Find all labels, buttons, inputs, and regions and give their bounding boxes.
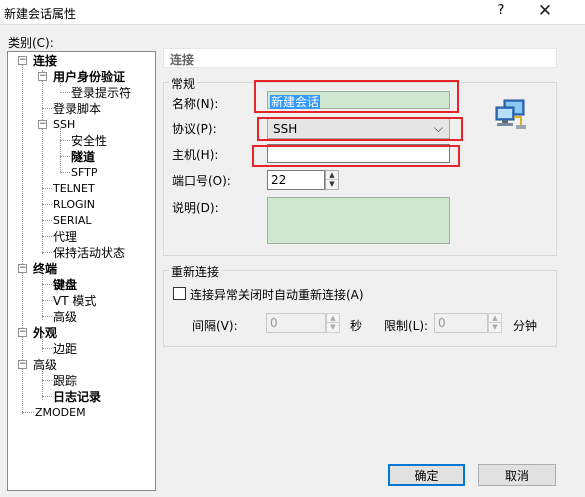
tree-line <box>42 70 43 254</box>
tree-line <box>42 204 52 205</box>
tree-line <box>60 128 61 172</box>
interval-input[interactable] <box>266 313 326 333</box>
close-button[interactable]: ✕ <box>534 1 556 21</box>
category-label: 类别(C): <box>8 36 54 50</box>
window-title: 新建会话属性 <box>4 7 77 21</box>
collapse-toggle-icon[interactable]: − <box>18 360 27 369</box>
chevron-down-icon: ⌵ <box>433 121 443 135</box>
name-label: 名称(N): <box>172 97 219 111</box>
help-button[interactable]: ? <box>491 3 511 18</box>
collapse-toggle-icon[interactable]: − <box>38 72 47 81</box>
limit-spinner[interactable]: ▲ ▼ <box>488 313 502 333</box>
spin-down-icon[interactable]: ▼ <box>326 180 338 189</box>
tree-item-security[interactable]: 安全性 <box>71 134 107 148</box>
tree-item-terminal[interactable]: 终端 <box>33 262 57 276</box>
tree-line <box>42 316 52 317</box>
general-group-title: 常规 <box>169 75 198 92</box>
tree-line <box>42 380 52 381</box>
tree-line <box>60 92 70 93</box>
panel-header: 连接 <box>163 48 557 68</box>
port-spinner[interactable]: ▲ ▼ <box>325 170 339 190</box>
panel-title: 连接 <box>170 53 195 67</box>
tree-line <box>42 236 52 237</box>
tree-item-sftp[interactable]: SFTP <box>71 166 97 180</box>
tree-item-proxy[interactable]: 代理 <box>53 230 77 244</box>
tree-item-rlogin[interactable]: RLOGIN <box>53 198 95 212</box>
tree-item-login-prompt[interactable]: 登录提示符 <box>71 86 131 100</box>
protocol-select[interactable]: SSH ⌵ <box>267 118 450 139</box>
tree-line <box>42 300 52 301</box>
description-label: 说明(D): <box>172 201 219 215</box>
cancel-button[interactable]: 取消 <box>478 464 556 486</box>
tree-line <box>42 252 52 253</box>
collapse-toggle-icon[interactable]: − <box>38 120 47 129</box>
spin-down-icon[interactable]: ▼ <box>489 323 501 332</box>
tree-item-login-script[interactable]: 登录脚本 <box>53 102 101 116</box>
limit-input[interactable] <box>434 313 488 333</box>
title-bar: 新建会话属性 ? ✕ <box>0 0 585 25</box>
interval-label: 间隔(V): <box>192 319 238 333</box>
tree-item-telnet[interactable]: TELNET <box>53 182 95 196</box>
interval-spinner[interactable]: ▲ ▼ <box>326 313 340 333</box>
limit-unit: 分钟 <box>513 319 538 333</box>
tree-item-user-auth[interactable]: 用户身份验证 <box>53 70 125 84</box>
tree-line <box>42 188 52 189</box>
tree-line <box>60 172 70 173</box>
tree-line <box>42 220 52 221</box>
tree-item-log[interactable]: 日志记录 <box>53 390 101 404</box>
auto-reconnect-label: 连接异常关闭时自动重新连接(A) <box>190 288 364 302</box>
tree-item-appearance[interactable]: 外观 <box>33 326 57 340</box>
collapse-toggle-icon[interactable]: − <box>18 328 27 337</box>
port-label: 端口号(O): <box>172 174 231 188</box>
tree-item-zmodem[interactable]: ZMODEM <box>35 406 86 420</box>
host-label: 主机(H): <box>172 148 219 162</box>
spin-up-icon[interactable]: ▲ <box>326 171 338 180</box>
tree-item-ssh[interactable]: SSH <box>53 118 75 132</box>
tree-line <box>42 396 52 397</box>
tree-line <box>60 140 70 141</box>
interval-unit: 秒 <box>350 319 363 333</box>
tree-item-terminal-advanced[interactable]: 高级 <box>53 310 77 324</box>
tree-item-tunnel[interactable]: 隧道 <box>71 150 95 164</box>
tree-item-serial[interactable]: SERIAL <box>53 214 91 228</box>
collapse-toggle-icon[interactable]: − <box>18 56 27 65</box>
tree-line <box>42 108 52 109</box>
auto-reconnect-checkbox[interactable] <box>173 287 186 300</box>
description-input[interactable] <box>267 197 450 244</box>
protocol-value: SSH <box>273 122 298 136</box>
tree-item-advanced[interactable]: 高级 <box>33 358 57 372</box>
tree-line <box>42 284 52 285</box>
ok-button[interactable]: 确定 <box>388 464 465 486</box>
tree-item-margin[interactable]: 边距 <box>53 342 77 356</box>
tree-item-keyboard[interactable]: 键盘 <box>53 278 77 292</box>
name-input-text: 新建会话 <box>270 95 321 109</box>
tree-line <box>22 412 34 413</box>
tree-line <box>42 272 43 320</box>
name-input[interactable]: 新建会话 <box>267 91 450 109</box>
tree-item-keepalive[interactable]: 保持活动状态 <box>53 246 125 260</box>
tree-item-connect[interactable]: 连接 <box>33 54 57 68</box>
tree-line <box>42 348 52 349</box>
spin-down-icon[interactable]: ▼ <box>327 323 339 332</box>
host-input[interactable] <box>267 144 450 163</box>
tree-item-trace[interactable]: 跟踪 <box>53 374 77 388</box>
category-tree[interactable]: − − − − − − 连接 用户身份验证 登录提示符 登录脚本 SSH 安全性… <box>7 51 156 491</box>
port-input[interactable] <box>267 170 325 190</box>
limit-label: 限制(L): <box>384 319 429 333</box>
reconnect-group-title: 重新连接 <box>169 263 222 280</box>
reconnect-group <box>163 270 557 347</box>
computer-icon <box>495 99 526 129</box>
protocol-label: 协议(P): <box>172 122 217 136</box>
tree-line <box>60 156 70 157</box>
spin-up-icon[interactable]: ▲ <box>489 314 501 323</box>
collapse-toggle-icon[interactable]: − <box>18 264 27 273</box>
tree-item-vt-mode[interactable]: VT 模式 <box>53 294 96 308</box>
spin-up-icon[interactable]: ▲ <box>327 314 339 323</box>
